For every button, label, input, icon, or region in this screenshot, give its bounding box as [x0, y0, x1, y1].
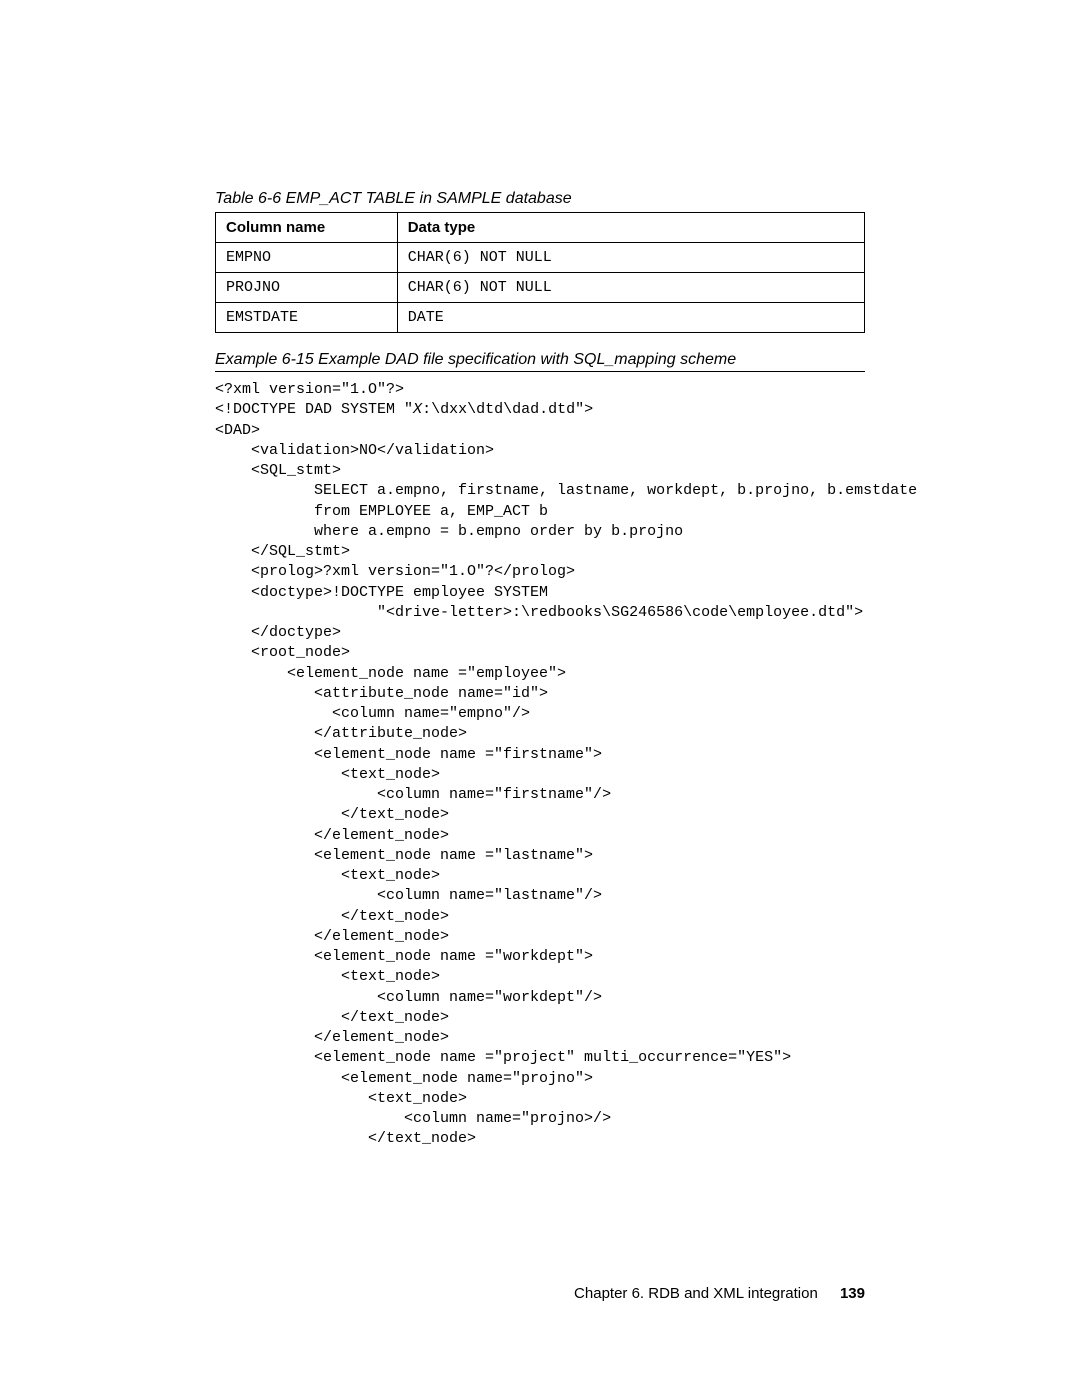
code-line: where a.empno = b.empno order by b.projn…	[215, 523, 683, 540]
code-line: from EMPLOYEE a, EMP_ACT b	[215, 503, 548, 520]
code-line: <element_node name="projno">	[215, 1070, 593, 1087]
footer-chapter: Chapter 6. RDB and XML integration	[574, 1285, 818, 1302]
code-line: <validation>NO</validation>	[215, 442, 494, 459]
code-line: </text_node>	[215, 806, 449, 823]
code-line: <column name="empno"/>	[215, 705, 530, 722]
code-line: <column name="lastname"/>	[215, 887, 602, 904]
table-cell: DATE	[397, 303, 864, 333]
code-line: </SQL_stmt>	[215, 543, 350, 560]
code-line: <SQL_stmt>	[215, 462, 341, 479]
code-listing: <?xml version="1.O"?> <!DOCTYPE DAD SYST…	[215, 380, 865, 1150]
code-line: </doctype>	[215, 624, 341, 641]
code-line: <!DOCTYPE DAD SYSTEM "X:\dxx\dtd\dad.dtd…	[215, 401, 593, 418]
code-line: </element_node>	[215, 928, 449, 945]
code-line: <element_node name ="project" multi_occu…	[215, 1049, 791, 1066]
code-line: </text_node>	[215, 908, 449, 925]
code-line: <?xml version="1.O"?>	[215, 381, 404, 398]
code-line: <element_node name ="employee">	[215, 665, 566, 682]
example-caption: Example 6-15 Example DAD file specificat…	[215, 351, 865, 372]
table-header-data-type: Data type	[397, 213, 864, 243]
table-cell: EMSTDATE	[216, 303, 398, 333]
code-line: </text_node>	[215, 1130, 476, 1147]
code-line: <element_node name ="lastname">	[215, 847, 593, 864]
code-line: <text_node>	[215, 1090, 467, 1107]
table-cell: PROJNO	[216, 273, 398, 303]
code-line: </element_node>	[215, 827, 449, 844]
code-line: <DAD>	[215, 422, 260, 439]
code-line: SELECT a.empno, firstname, lastname, wor…	[215, 482, 917, 499]
code-line: <text_node>	[215, 968, 440, 985]
code-line: <text_node>	[215, 766, 440, 783]
table-row: EMPNO CHAR(6) NOT NULL	[216, 243, 865, 273]
page-footer: Chapter 6. RDB and XML integration 139	[574, 1285, 865, 1302]
table-row: PROJNO CHAR(6) NOT NULL	[216, 273, 865, 303]
table-caption: Table 6-6 EMP_ACT TABLE in SAMPLE databa…	[215, 190, 865, 208]
drive-letter-x: X	[413, 401, 422, 418]
code-line: </text_node>	[215, 1009, 449, 1026]
code-line: </element_node>	[215, 1029, 449, 1046]
table-header-column-name: Column name	[216, 213, 398, 243]
table-cell: CHAR(6) NOT NULL	[397, 243, 864, 273]
table-row: EMSTDATE DATE	[216, 303, 865, 333]
table-header-row: Column name Data type	[216, 213, 865, 243]
table-cell: CHAR(6) NOT NULL	[397, 273, 864, 303]
footer-page-number: 139	[840, 1285, 865, 1302]
code-line: "<drive-letter>:\redbooks\SG246586\code\…	[215, 604, 863, 621]
code-line: <root_node>	[215, 644, 350, 661]
table-cell: EMPNO	[216, 243, 398, 273]
code-line: <attribute_node name="id">	[215, 685, 548, 702]
emp-act-table: Column name Data type EMPNO CHAR(6) NOT …	[215, 212, 865, 333]
code-line: <column name="firstname"/>	[215, 786, 611, 803]
code-line: <element_node name ="firstname">	[215, 746, 602, 763]
code-line: <element_node name ="workdept">	[215, 948, 593, 965]
code-line: <column name="projno>/>	[215, 1110, 611, 1127]
code-line: <column name="workdept"/>	[215, 989, 602, 1006]
code-line: <doctype>!DOCTYPE employee SYSTEM	[215, 584, 548, 601]
page: Table 6-6 EMP_ACT TABLE in SAMPLE databa…	[0, 0, 1080, 1397]
code-line: <prolog>?xml version="1.O"?</prolog>	[215, 563, 575, 580]
code-line: </attribute_node>	[215, 725, 467, 742]
code-line: <text_node>	[215, 867, 440, 884]
